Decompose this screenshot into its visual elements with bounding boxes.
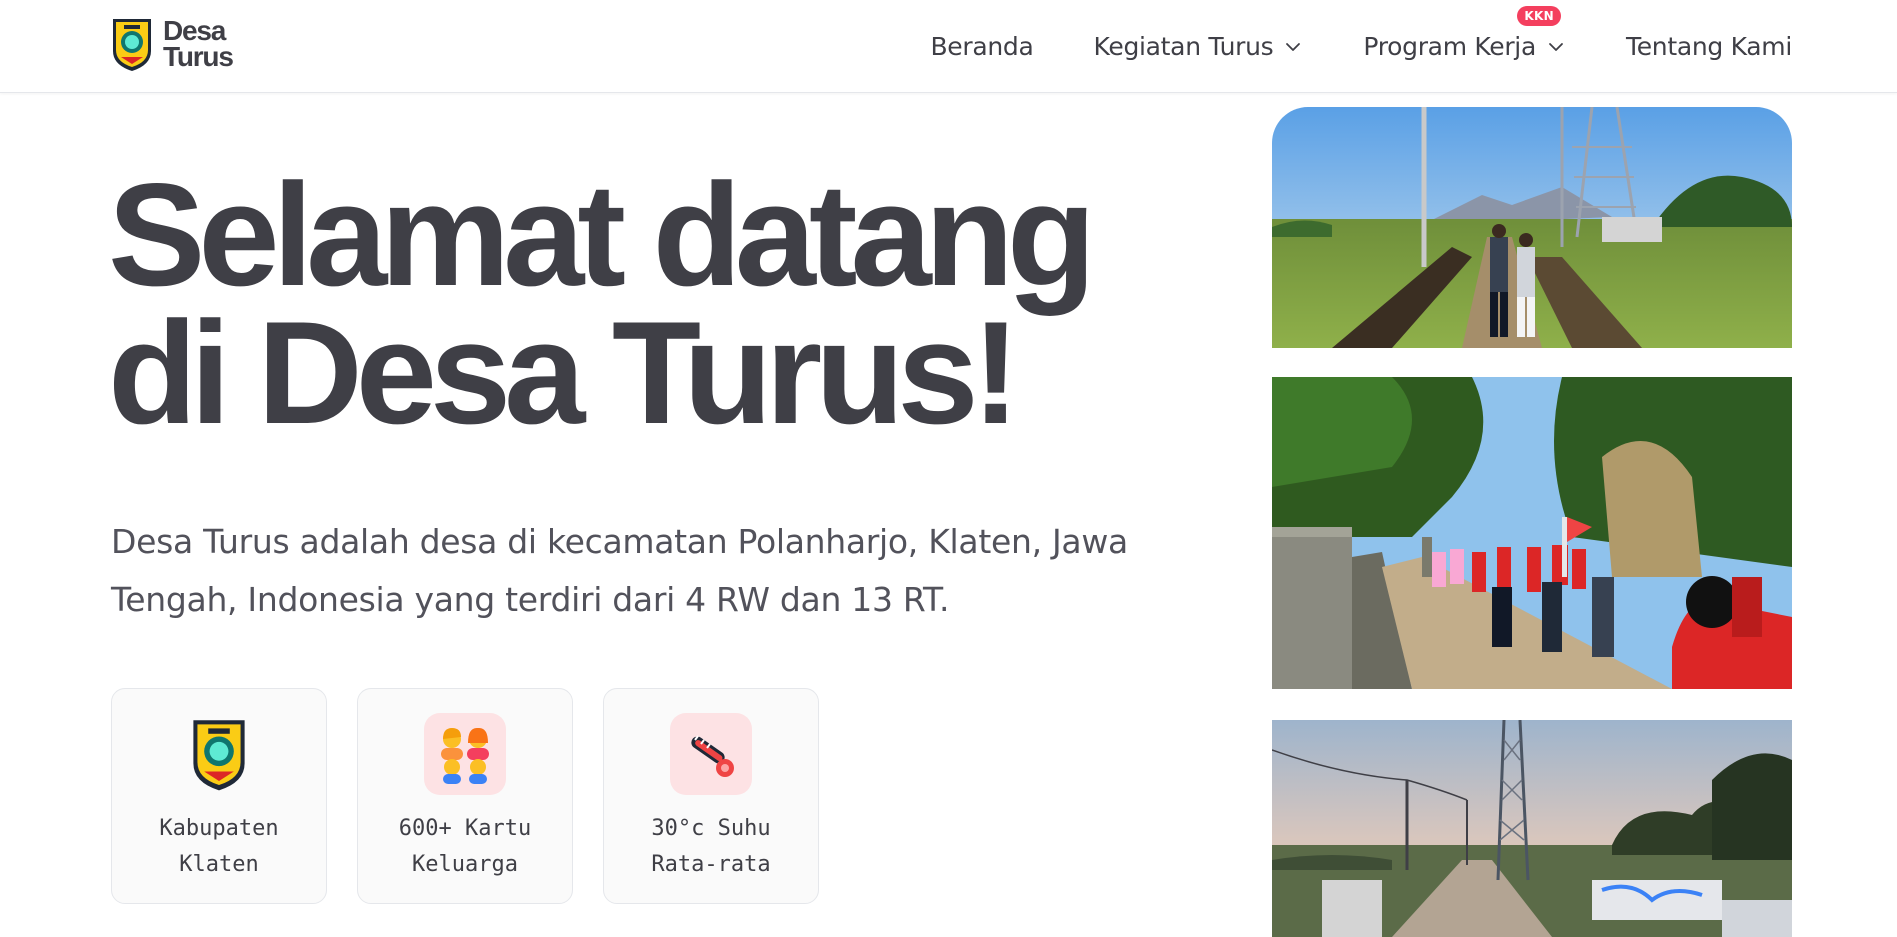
stats-cards: Kabupaten Klaten 600+ Kartu Keluarga 30°… [111,688,819,904]
card-icon-wrap [424,713,506,795]
photo-image [1272,377,1792,689]
photo-rice-field-path [1272,107,1792,348]
stat-label: Kabupaten Klaten [159,816,279,877]
nav-item-label: Kegiatan Turus [1093,32,1274,61]
brand-line2: Turus [163,41,234,72]
hero-title: Selamat datang di Desa Turus! [108,162,1096,453]
hero-title-highlight-text: Turus! [611,291,1020,454]
chevron-down-icon [1549,42,1563,51]
nav-item-program-kerja[interactable]: Program Kerja KKN [1363,6,1566,61]
brand-link[interactable]: Desa Turus [109,15,234,73]
stat-label: 30°c Suhu Rata-rata [651,816,771,877]
hero-description: Desa Turus adalah desa di kecamatan Pola… [111,522,1128,619]
family-icon [441,727,489,784]
thermometer-icon [691,735,734,777]
kabupaten-emblem-icon [193,720,245,791]
photo-image [1272,720,1792,937]
photo-image [1272,107,1792,348]
kkn-badge: KKN [1517,6,1561,26]
hero-title-line2-prefix: di Desa [108,291,612,454]
photo-village-parade [1272,377,1792,689]
brand-name: Desa Turus [163,17,234,72]
card-icon-wrap [670,713,752,795]
nav-item-tentang-kami[interactable]: Tentang Kami [1626,32,1792,61]
photo-sunset-road [1272,720,1792,937]
chevron-down-icon [1286,42,1301,51]
nav-item-label: Program Kerja [1363,32,1536,61]
stat-label: 600+ Kartu Keluarga [398,816,532,877]
nav-item-kegiatan-turus[interactable]: Kegiatan Turus [1094,32,1304,61]
stat-card-families: 600+ Kartu Keluarga [357,688,573,904]
hero-title-highlight: Turus! [612,300,1034,453]
emblem-logo-icon [113,19,151,71]
card-icon-wrap [178,713,260,795]
nav-item-label: Beranda [930,32,1034,61]
navbar: Desa Turus Beranda Kegiatan Turus Progra… [0,0,1897,93]
stat-card-kabupaten: Kabupaten Klaten [111,688,327,904]
nav-item-beranda[interactable]: Beranda [930,32,1033,61]
main-nav: Beranda Kegiatan Turus Program Kerja KKN… [930,0,1792,93]
nav-item-label: Tentang Kami [1625,32,1792,61]
stat-card-temperature: 30°c Suhu Rata-rata [603,688,819,904]
